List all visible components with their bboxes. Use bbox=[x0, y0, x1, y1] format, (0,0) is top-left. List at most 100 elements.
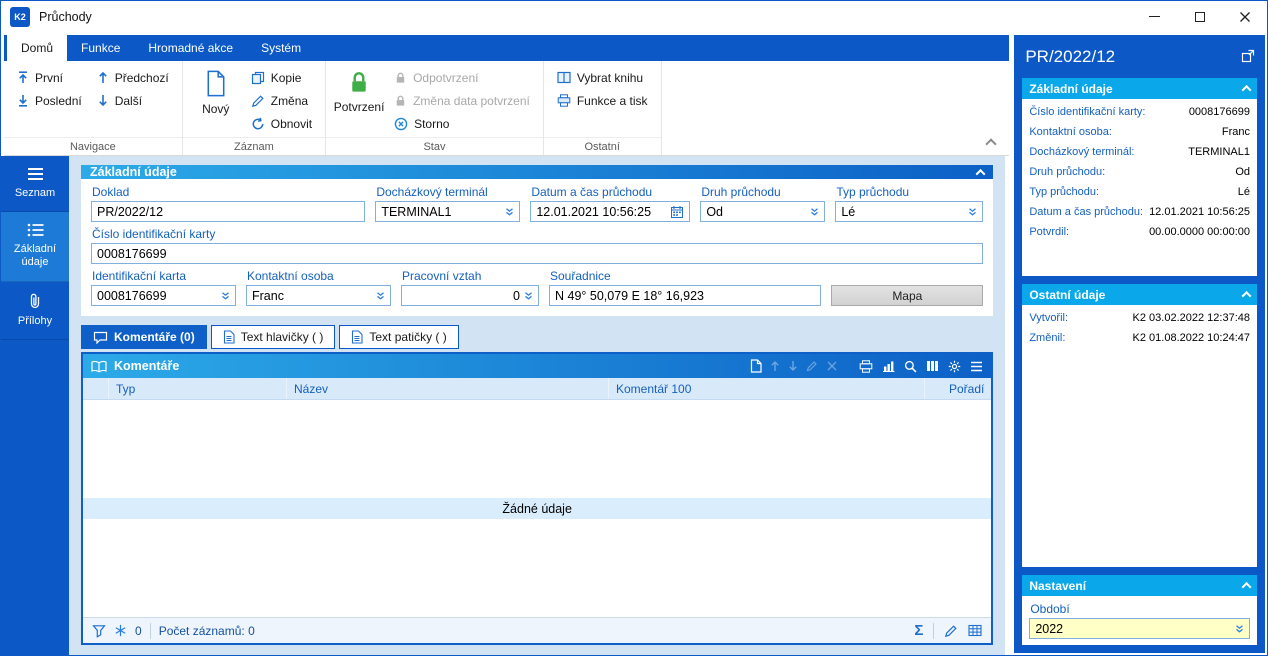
grid-col-selector[interactable] bbox=[83, 378, 109, 399]
souradnice-input[interactable] bbox=[549, 285, 822, 306]
confirm-button[interactable]: Potvrzení bbox=[333, 66, 385, 137]
columns-icon[interactable] bbox=[926, 360, 939, 372]
new-label: Nový bbox=[202, 102, 230, 116]
preview-row-value: K2 03.02.2022 12:37:48 bbox=[1132, 312, 1250, 324]
preview-row-label: Datum a čas průchodu: bbox=[1029, 206, 1144, 218]
id-karta-combo[interactable]: 0008176699 bbox=[91, 285, 236, 306]
preview-section-header: Nastavení bbox=[1022, 575, 1257, 596]
terminal-value: TERMINAL1 bbox=[381, 204, 452, 219]
preview-section-ostatni-udaje: Ostatní údaje Vytvořil: K2 03.02.2022 12:… bbox=[1022, 284, 1257, 567]
grid-column-headers: Typ Název Komentář 100 Pořadí bbox=[83, 378, 992, 400]
form-section: Základní údaje Doklad Docházkový term bbox=[81, 165, 994, 316]
previous-button[interactable]: Předchozí bbox=[91, 66, 175, 89]
print-icon[interactable] bbox=[859, 359, 873, 373]
copy-button[interactable]: Kopie bbox=[245, 66, 318, 89]
tab-text-paticky-label: Text patičky ( ) bbox=[369, 330, 447, 344]
new-record-icon[interactable] bbox=[750, 359, 762, 373]
doklad-input[interactable] bbox=[91, 201, 366, 222]
vztah-combo[interactable]: 0 bbox=[401, 285, 539, 306]
cislo-karty-input[interactable] bbox=[91, 243, 984, 264]
tab-text-hlavicky[interactable]: Text hlavičky ( ) bbox=[210, 325, 336, 349]
search-icon[interactable] bbox=[904, 360, 917, 373]
doklad-label: Doklad bbox=[92, 185, 130, 199]
minimize-button[interactable] bbox=[1132, 1, 1177, 32]
document-text-icon bbox=[223, 330, 235, 344]
detail-list-icon bbox=[27, 223, 43, 237]
unconfirm-label: Odpotvrzení bbox=[413, 70, 479, 85]
souradnice-label: Souřadnice bbox=[550, 269, 611, 283]
next-icon bbox=[98, 95, 107, 107]
typ-value: Lé bbox=[841, 204, 856, 219]
select-book-label: Vybrat knihu bbox=[576, 70, 644, 85]
terminal-combo[interactable]: TERMINAL1 bbox=[375, 201, 521, 222]
grid-col-nazev[interactable]: Název bbox=[287, 378, 609, 399]
grid-col-komentar[interactable]: Komentář 100 bbox=[609, 378, 926, 399]
copy-icon bbox=[251, 71, 264, 84]
functions-print-button[interactable]: Funkce a tisk bbox=[551, 89, 654, 112]
open-in-window-button[interactable] bbox=[1241, 49, 1255, 66]
calendar-button[interactable] bbox=[670, 205, 684, 219]
druh-value: Od bbox=[706, 204, 724, 219]
preview-section-header: Ostatní údaje bbox=[1022, 284, 1257, 305]
close-button[interactable] bbox=[1222, 1, 1267, 32]
ribbon-tab-hromadne-akce[interactable]: Hromadné akce bbox=[134, 35, 247, 61]
comment-bubble-icon bbox=[93, 331, 108, 344]
chart-icon[interactable] bbox=[882, 360, 895, 372]
sidebar-item-zakladni-udaje[interactable]: Základní údaje bbox=[1, 212, 69, 282]
mapa-button[interactable]: Mapa bbox=[831, 285, 984, 306]
collapse-chevron-icon[interactable] bbox=[975, 168, 986, 179]
collapse-chevron-icon[interactable] bbox=[1241, 84, 1252, 95]
ribbon-tab-domu[interactable]: Domů bbox=[7, 35, 68, 61]
ribbon-tab-funkce[interactable]: Funkce bbox=[67, 35, 134, 61]
document-text-icon bbox=[352, 330, 363, 344]
ribbon-group-navigace: První Poslední Předchozí Další Navigace bbox=[4, 61, 183, 155]
refresh-icon bbox=[252, 117, 264, 129]
change-confirm-date-label: Změna data potvrzení bbox=[413, 93, 530, 108]
obdobi-value: 2022 bbox=[1035, 621, 1064, 636]
filter-icon[interactable] bbox=[92, 624, 106, 638]
maximize-button[interactable] bbox=[1177, 1, 1222, 32]
preview-row: Docházkový terminál: TERMINAL1 bbox=[1029, 142, 1250, 162]
cancel-record-button[interactable]: Storno bbox=[388, 112, 536, 135]
sidebar-item-prilohy[interactable]: Přílohy bbox=[1, 282, 69, 340]
grid-status-right: Σ bbox=[914, 622, 982, 639]
select-book-button[interactable]: Vybrat knihu bbox=[551, 66, 654, 89]
tab-text-paticky[interactable]: Text patičky ( ) bbox=[339, 325, 459, 349]
vztah-value: 0 bbox=[513, 288, 520, 303]
change-button[interactable]: Změna bbox=[245, 89, 318, 112]
table-settings-icon[interactable] bbox=[968, 624, 982, 637]
id-karta-value: 0008176699 bbox=[97, 288, 167, 303]
druh-combo[interactable]: Od bbox=[700, 201, 826, 222]
change-label: Změna bbox=[270, 93, 309, 108]
dropdown-chevron-icon bbox=[525, 291, 532, 300]
grid-col-poradi[interactable]: Pořadí bbox=[925, 378, 991, 399]
tab-komentare[interactable]: Komentáře (0) bbox=[81, 325, 207, 349]
id-karta-label: Identifikační karta bbox=[92, 269, 187, 283]
collapse-chevron-icon[interactable] bbox=[1241, 290, 1252, 301]
obdobi-combo[interactable]: 2022 bbox=[1029, 618, 1250, 639]
osoba-combo[interactable]: Franc bbox=[246, 285, 391, 306]
preview-row: Typ průchodu: Lé bbox=[1029, 182, 1250, 202]
new-button[interactable]: Nový bbox=[190, 66, 242, 137]
edit-record-icon bbox=[807, 361, 818, 372]
sum-icon[interactable]: Σ bbox=[914, 623, 923, 638]
quick-edit-icon[interactable] bbox=[944, 624, 958, 638]
window-title: Průchody bbox=[39, 9, 92, 24]
settings-gear-icon[interactable] bbox=[948, 360, 961, 373]
app-window: K2 Průchody Domů Funkce Hromadné akce Sy… bbox=[0, 0, 1268, 656]
first-button[interactable]: První bbox=[11, 66, 88, 89]
next-button[interactable]: Další bbox=[91, 89, 175, 112]
sidebar-item-seznam[interactable]: Seznam bbox=[1, 156, 69, 213]
related-records-icon[interactable] bbox=[114, 624, 127, 637]
menu-icon[interactable] bbox=[970, 361, 983, 372]
refresh-button[interactable]: Obnovit bbox=[245, 112, 318, 135]
grid-col-typ[interactable]: Typ bbox=[109, 378, 287, 399]
ribbon-tab-system[interactable]: Systém bbox=[247, 35, 315, 61]
datum-input[interactable]: 12.01.2021 10:56:25 bbox=[530, 201, 691, 222]
cislo-karty-label: Číslo identifikační karty bbox=[92, 227, 216, 241]
maximize-icon bbox=[1194, 11, 1205, 22]
typ-combo[interactable]: Lé bbox=[835, 201, 984, 222]
form-section-header: Základní údaje bbox=[81, 165, 994, 179]
collapse-chevron-icon[interactable] bbox=[1241, 581, 1252, 592]
last-button[interactable]: Poslední bbox=[11, 89, 88, 112]
